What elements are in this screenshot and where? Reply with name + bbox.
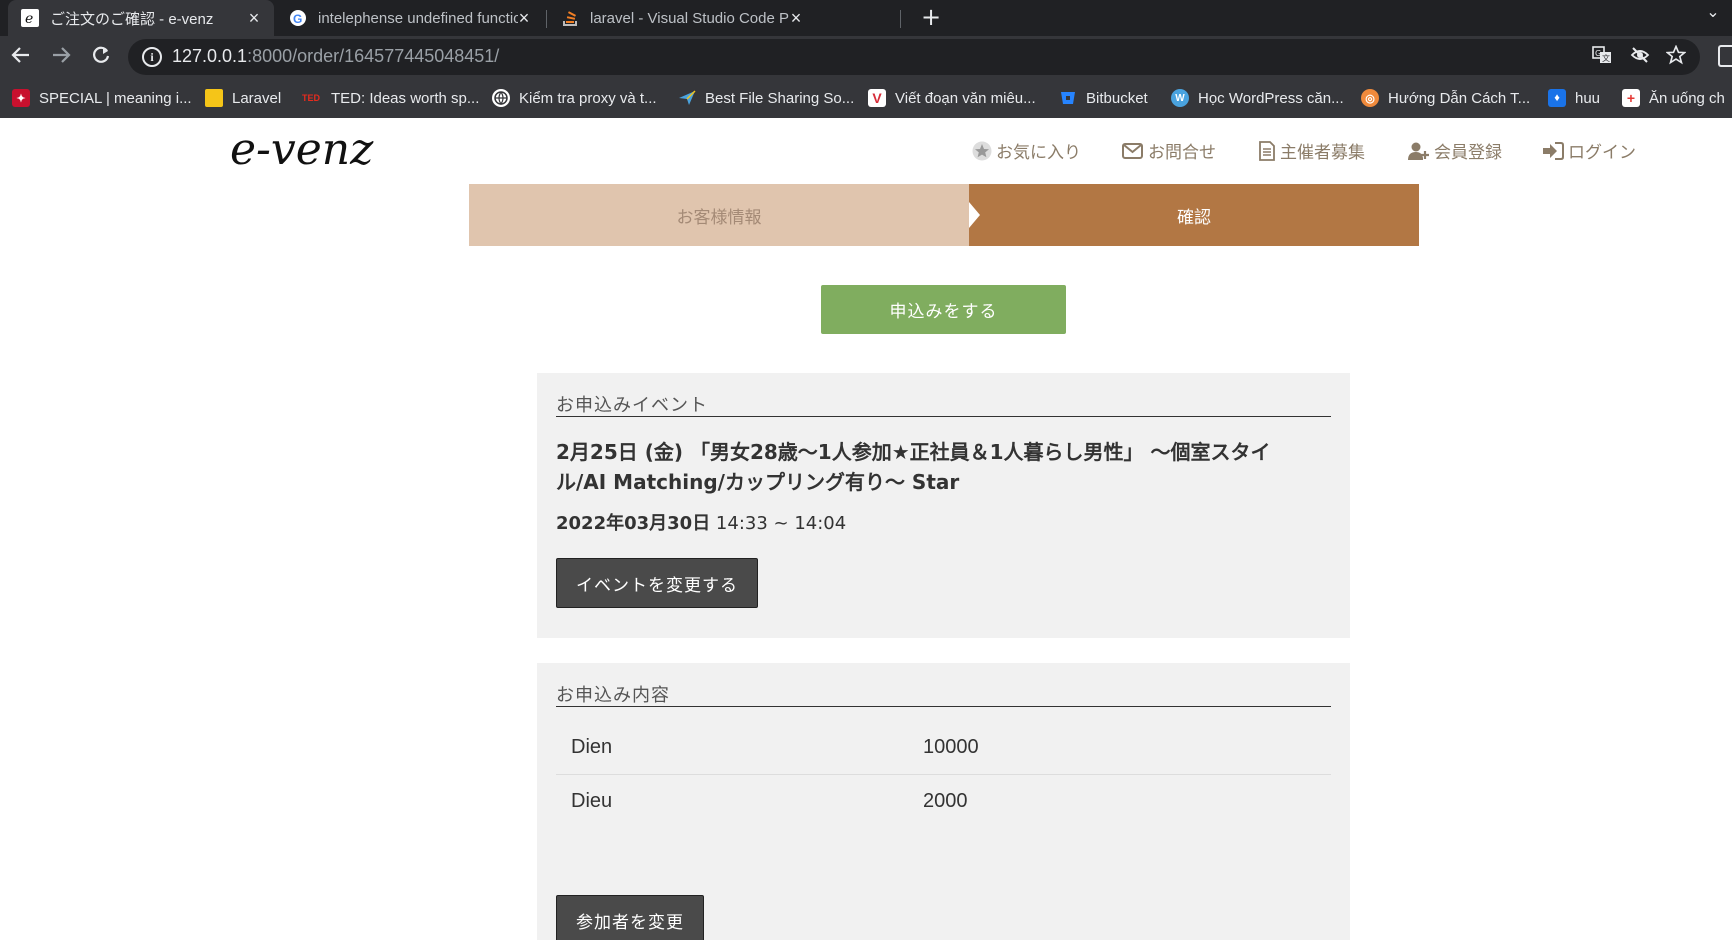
e-icon: e	[20, 8, 40, 28]
user-plus-icon	[1408, 141, 1430, 161]
star-icon	[972, 141, 992, 161]
envelope-icon	[1122, 142, 1144, 160]
tab-intelephense[interactable]: G intelephense undefined function ×	[278, 0, 544, 36]
tab-title: laravel - Visual Studio Code PHP	[590, 9, 790, 27]
order-card: お申込み内容 Dien 10000 Dieu 2000 参加者を変更	[537, 663, 1350, 940]
stackoverflow-icon	[560, 8, 580, 28]
bitbucket-icon	[1059, 89, 1077, 107]
table-row: Dieu 2000	[556, 775, 1331, 829]
nav-member-register[interactable]: 会員登録	[1408, 138, 1502, 163]
reload-icon[interactable]	[88, 44, 114, 70]
tab-title: intelephense undefined function	[318, 9, 518, 27]
nav-organizer-recruit[interactable]: 主催者募集	[1258, 138, 1365, 163]
item-name: Dien	[571, 736, 613, 758]
paper-plane-icon	[678, 89, 696, 107]
nav-favorites[interactable]: お気に入り	[972, 138, 1081, 163]
order-items-table: Dien 10000 Dieu 2000	[556, 721, 1331, 829]
checkout-steps: お客様情報 確認	[469, 184, 1419, 246]
submit-application-button[interactable]: 申込みをする	[821, 285, 1066, 334]
event-datetime: 2022年03月30日 14:33 ~ 14:04	[556, 509, 846, 535]
event-title: 2月25日 (金) 「男女28歳〜1人参加★正社員＆1人暮らし男性」 〜個室スタ…	[556, 440, 1271, 494]
globe-icon	[492, 89, 510, 107]
bookmark-proxy[interactable]: Kiểm tra proxy và t...	[492, 86, 657, 110]
address-bar[interactable]: i 127.0.0.1:8000/order/164577445048451/ …	[128, 39, 1700, 75]
guide-icon: ◎	[1361, 89, 1379, 107]
item-value: 2000	[923, 790, 968, 812]
eye-off-icon[interactable]	[1628, 45, 1652, 69]
close-tab-icon[interactable]: ×	[244, 8, 264, 28]
bookmark-laravel-folder[interactable]: Laravel	[205, 86, 281, 110]
nav-contact[interactable]: お問合せ	[1122, 138, 1216, 163]
item-value: 10000	[923, 736, 979, 758]
bookmark-file-sharing[interactable]: Best File Sharing So...	[678, 86, 854, 110]
browser-toolbar: i 127.0.0.1:8000/order/164577445048451/ …	[0, 36, 1732, 78]
step-arrow-icon	[969, 202, 980, 228]
tab-separator	[546, 10, 547, 28]
bookmark-huu[interactable]: ♦ huu	[1548, 86, 1600, 110]
forward-arrow-icon[interactable]	[48, 44, 74, 70]
huu-icon: ♦	[1548, 89, 1566, 107]
svg-text:e: e	[25, 11, 33, 27]
nav-login[interactable]: ログイン	[1542, 138, 1636, 163]
health-icon: +	[1622, 89, 1640, 107]
ted-icon: TED	[302, 93, 320, 103]
step-confirm: 確認	[969, 184, 1419, 246]
table-row: Dien 10000	[556, 721, 1331, 775]
change-participants-button[interactable]: 参加者を変更	[556, 895, 704, 940]
item-name: Dieu	[571, 790, 613, 812]
svg-text:G: G	[1595, 49, 1601, 58]
event-time: 14:33 ~ 14:04	[710, 513, 847, 534]
bookmark-bitbucket[interactable]: Bitbucket	[1059, 86, 1148, 110]
translate-icon[interactable]: G文	[1590, 45, 1614, 69]
event-date: 2022年03月30日	[556, 513, 711, 534]
browser-chrome: e ご注文のご確認 - e-venz × G intelephense unde…	[0, 0, 1732, 118]
event-card: お申込みイベント 2月25日 (金) 「男女28歳〜1人参加★正社員＆1人暮らし…	[537, 373, 1350, 638]
side-panel-icon[interactable]	[1718, 45, 1732, 67]
step-customer-info: お客様情報	[469, 184, 969, 246]
svg-text:文: 文	[1602, 53, 1610, 63]
tab-strip: e ご注文のご確認 - e-venz × G intelephense unde…	[0, 0, 1732, 36]
tab-order-confirm[interactable]: e ご注文のご確認 - e-venz ×	[8, 0, 274, 36]
back-arrow-icon[interactable]	[8, 44, 34, 70]
new-tab-button[interactable]: +	[918, 5, 944, 31]
bookmark-star-icon[interactable]	[1664, 44, 1688, 69]
v-icon: V	[868, 89, 886, 107]
page-content: e-venz お気に入り お問合せ 主催者募集 会員登録 ログイン お客様情報 …	[0, 118, 1732, 940]
site-info-icon[interactable]: i	[142, 47, 162, 67]
order-card-heading: お申込み内容	[556, 681, 1331, 707]
bookmark-an-uong[interactable]: + Ăn uống ch	[1622, 86, 1725, 110]
bookmark-viet-doan-van[interactable]: V Viết đoạn văn miêu...	[868, 86, 1036, 110]
bookmarks-bar: ✦ SPECIAL | meaning i... Laravel TED TED…	[0, 78, 1732, 118]
event-card-heading: お申込みイベント	[556, 391, 1331, 417]
wordpress-icon: W	[1171, 89, 1189, 107]
tab-laravel-vscode[interactable]: laravel - Visual Studio Code PHP ×	[550, 0, 816, 36]
tab-search-chevron-icon[interactable]: ⌄	[1700, 2, 1726, 21]
tab-separator	[900, 10, 901, 28]
bookmark-huong-dan[interactable]: ◎ Hướng Dẫn Cách T...	[1361, 86, 1530, 110]
sign-in-icon	[1542, 141, 1564, 161]
close-tab-icon[interactable]: ×	[786, 8, 806, 28]
folder-icon	[205, 89, 223, 107]
google-icon: G	[288, 8, 308, 28]
url-text: 127.0.0.1:8000/order/164577445048451/	[172, 46, 500, 66]
site-logo[interactable]: e-venz	[230, 124, 373, 175]
cambridge-icon: ✦	[12, 89, 30, 107]
bookmark-ted[interactable]: TED TED: Ideas worth sp...	[300, 86, 479, 110]
svg-text:G: G	[293, 12, 302, 26]
close-tab-icon[interactable]: ×	[514, 8, 534, 28]
change-event-button[interactable]: イベントを変更する	[556, 558, 758, 608]
bookmark-wordpress[interactable]: W Học WordPress căn...	[1171, 86, 1344, 110]
document-icon	[1258, 140, 1276, 161]
tab-title: ご注文のご確認 - e-venz	[50, 10, 214, 28]
bookmark-special[interactable]: ✦ SPECIAL | meaning i...	[12, 86, 192, 110]
